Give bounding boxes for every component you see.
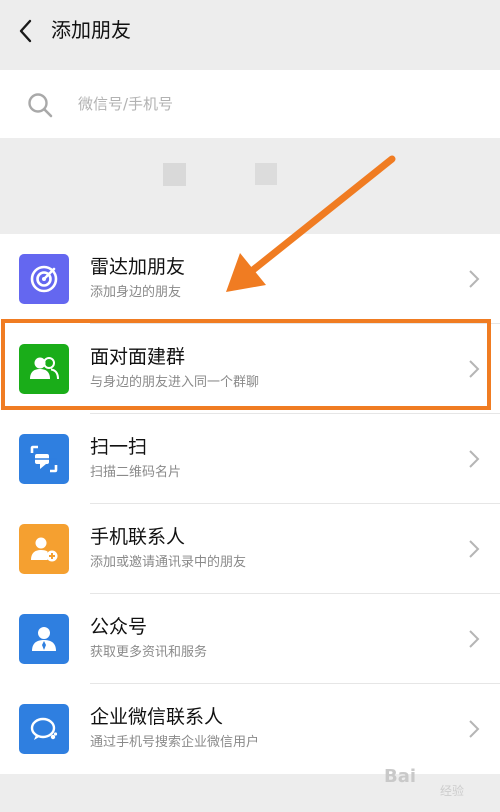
top-bar: 添加朋友 xyxy=(0,0,500,64)
blurred-block xyxy=(163,163,186,186)
item-subtitle: 添加身边的朋友 xyxy=(90,285,182,300)
chevron-right-icon xyxy=(469,270,480,288)
page-title: 添加朋友 xyxy=(51,18,131,42)
chevron-right-icon xyxy=(469,450,480,468)
list-item-phone-contacts[interactable]: 手机联系人 添加或邀请通讯录中的朋友 xyxy=(0,504,500,594)
item-subtitle: 添加或邀请通讯录中的朋友 xyxy=(90,555,247,570)
search-bar[interactable]: 微信号/手机号 xyxy=(0,70,500,138)
radar-icon xyxy=(19,254,69,304)
blurred-block xyxy=(255,163,277,185)
work-wechat-icon xyxy=(19,704,69,754)
item-title: 手机联系人 xyxy=(90,526,186,548)
list-item-work-wechat[interactable]: 企业微信联系人 通过手机号搜索企业微信用户 xyxy=(0,684,500,774)
official-account-icon xyxy=(19,614,69,664)
list-item-radar[interactable]: 雷达加朋友 添加身边的朋友 xyxy=(0,234,500,324)
item-title: 公众号 xyxy=(90,616,148,638)
scan-icon xyxy=(19,434,69,484)
back-arrow-icon xyxy=(19,19,32,43)
item-title: 企业微信联系人 xyxy=(90,706,224,728)
phone-contacts-icon xyxy=(19,524,69,574)
chevron-right-icon xyxy=(469,540,480,558)
list-item-official-account[interactable]: 公众号 获取更多资讯和服务 xyxy=(0,594,500,684)
list-item-scan[interactable]: 扫一扫 扫描二维码名片 xyxy=(0,414,500,504)
item-title: 扫一扫 xyxy=(90,436,148,458)
chevron-right-icon xyxy=(469,720,480,738)
search-icon xyxy=(28,93,53,118)
highlight-box xyxy=(1,319,491,410)
item-subtitle: 通过手机号搜索企业微信用户 xyxy=(90,735,260,750)
search-input[interactable]: 微信号/手机号 xyxy=(78,90,173,118)
watermark-logo: Bai xyxy=(384,766,417,787)
item-title: 雷达加朋友 xyxy=(90,256,186,278)
chevron-right-icon xyxy=(469,630,480,648)
back-button[interactable] xyxy=(14,16,36,46)
item-subtitle: 获取更多资讯和服务 xyxy=(90,645,208,660)
add-friend-options-list: 雷达加朋友 添加身边的朋友 面对面建群 与身边的朋友进入同一个群聊 扫一扫 扫描… xyxy=(0,234,500,774)
item-subtitle: 扫描二维码名片 xyxy=(90,465,182,480)
my-qr-area[interactable] xyxy=(0,138,500,234)
bottom-area xyxy=(0,774,500,812)
watermark-text: 经验 xyxy=(440,784,465,798)
